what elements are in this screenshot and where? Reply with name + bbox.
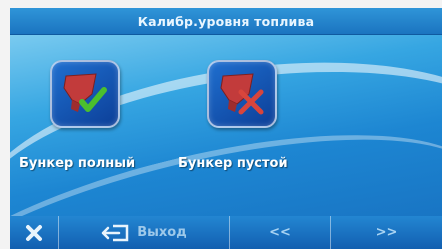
hopper-full-button[interactable] — [50, 60, 120, 128]
title-bar: Калибр.уровня топлива — [10, 8, 442, 35]
bottom-toolbar: Выход << >> — [10, 216, 442, 249]
close-icon — [26, 224, 42, 241]
hopper-cross-icon — [220, 73, 264, 115]
hopper-empty-label: Бункер пустой — [178, 156, 288, 171]
prev-page-button[interactable]: << — [230, 216, 331, 249]
close-button[interactable] — [10, 216, 59, 249]
exit-label: Выход — [137, 225, 187, 240]
hopper-full-label: Бункер полный — [19, 156, 136, 171]
exit-button[interactable]: Выход — [59, 216, 230, 249]
hopper-empty-button[interactable] — [207, 60, 277, 128]
prev-label: << — [269, 225, 291, 240]
next-page-button[interactable]: >> — [331, 216, 442, 249]
next-label: >> — [375, 225, 398, 240]
exit-icon — [102, 224, 129, 241]
page-title: Калибр.уровня топлива — [137, 13, 315, 29]
screen: Калибр.уровня топлива Бункер полный Бунк… — [10, 8, 442, 249]
hopper-check-icon — [63, 73, 107, 112]
